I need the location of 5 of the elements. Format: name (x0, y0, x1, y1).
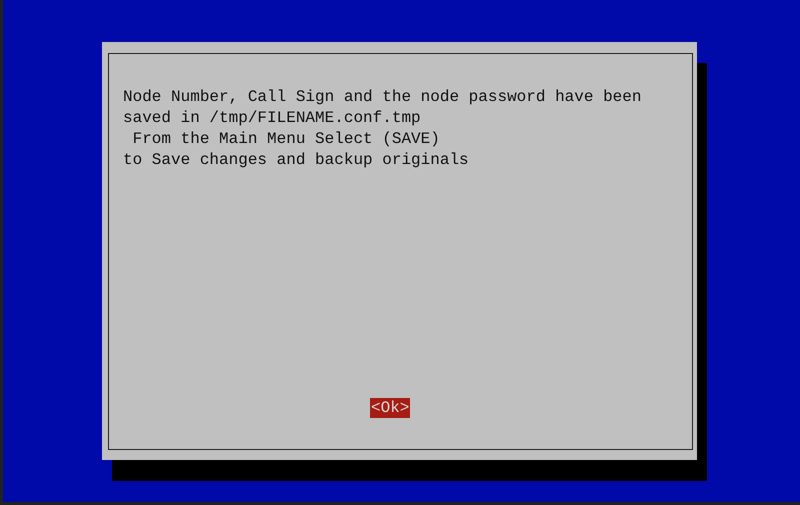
message-line: saved in /tmp/FILENAME.conf.tmp (123, 108, 421, 129)
message-line: to Save changes and backup originals (123, 150, 469, 171)
message-line: From the Main Menu Select (SAVE) (132, 129, 440, 150)
message-line: Node Number, Call Sign and the node password have been (123, 87, 642, 108)
ok-button[interactable]: <Ok> (370, 398, 410, 418)
